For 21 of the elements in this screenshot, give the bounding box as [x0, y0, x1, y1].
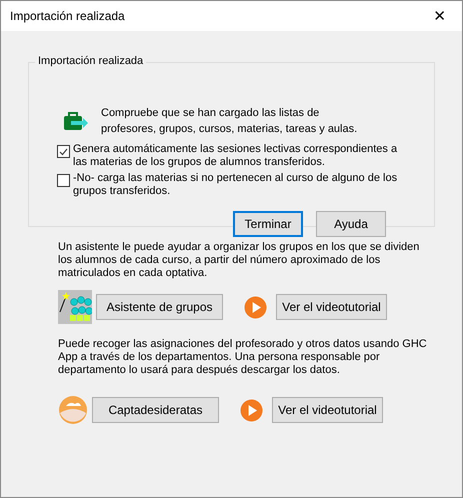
play-icon[interactable]: [244, 296, 267, 318]
checkbox-label: -No- carga las materias si no pertenecen al curso de alguno de los grupos transferidos.: [73, 172, 398, 198]
play-icon[interactable]: [240, 398, 263, 422]
description-text: Un asistente le puede ayudar a organizar los grupos en los que se dividen los alumnos de cada curso, a partir del número aproximado de los matriculados en cada optativa.: [58, 241, 420, 280]
action-button[interactable]: Captadesideratas: [92, 397, 219, 423]
dialog-button[interactable]: Terminar: [233, 211, 303, 237]
window-title: Importación realizada: [10, 9, 125, 23]
video-tutorial-button[interactable]: Ver el videotutorial: [272, 397, 383, 423]
video-tutorial-button[interactable]: Ver el videotutorial: [276, 294, 387, 320]
description-text: Puede recoger las asignaciones del profesorado y otros datos usando GHC App a través de los departamentos. Una persona responsable por departamento lo usará para después descargar los datos.: [58, 338, 428, 377]
app-globe-icon: [58, 395, 88, 425]
briefcase-icon: [63, 111, 89, 131]
checkbox[interactable]: [57, 145, 70, 158]
checkbox[interactable]: [57, 174, 70, 187]
action-button[interactable]: Asistente de grupos: [96, 294, 223, 320]
checkbox-label: Genera automáticamente las sesiones lectivas correspondientes a las materias de los grupos de alumnos transferidos.: [73, 143, 398, 169]
group-title: Importación realizada: [35, 55, 146, 67]
group-wand-icon: [58, 290, 92, 324]
close-button[interactable]: ✕: [429, 7, 450, 25]
dialog-button[interactable]: Ayuda: [316, 211, 386, 237]
info-message: Compruebe que se han cargado las listas de profesores, grupos, cursos, materias, tareas y aulas.: [101, 106, 358, 137]
